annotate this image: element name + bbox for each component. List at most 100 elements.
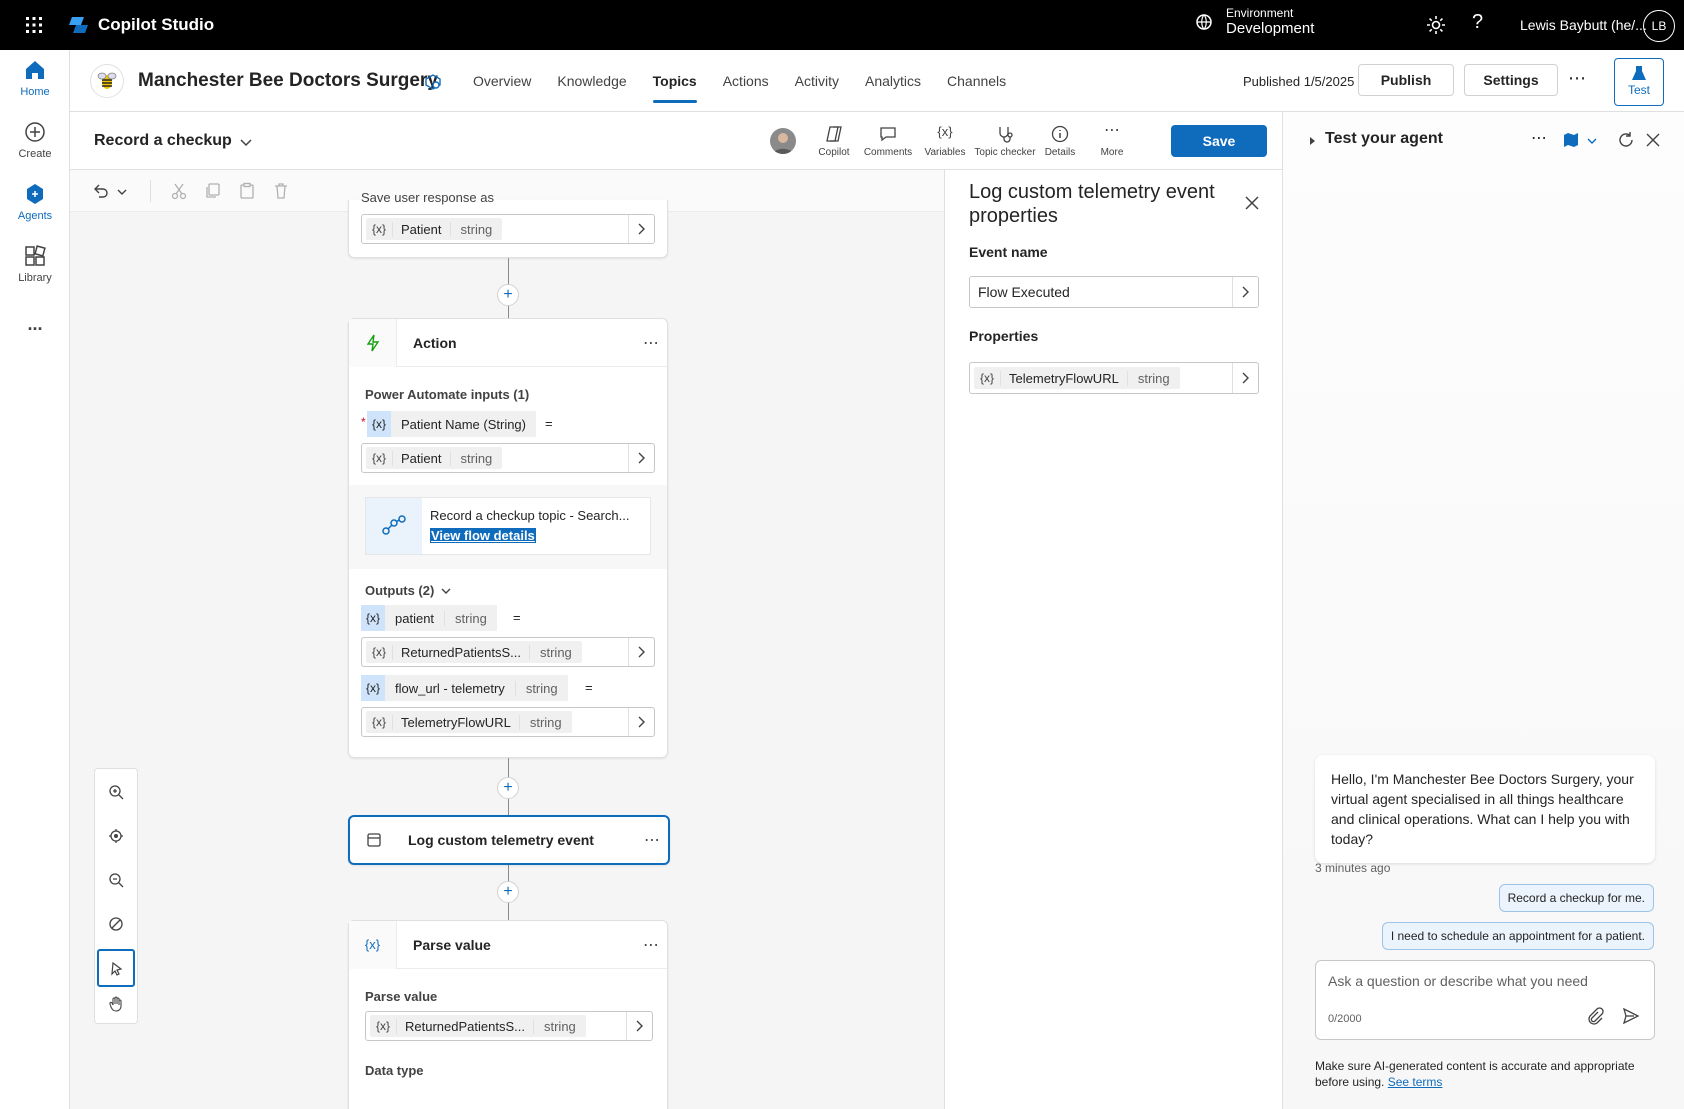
environment-picker[interactable]: Environment Development (1194, 6, 1314, 37)
node-more-icon[interactable]: ⋯ (635, 935, 667, 955)
parse-value-field[interactable]: {x} ReturnedPatientsS... string (365, 1011, 653, 1041)
chat-input[interactable]: Ask a question or describe what you need… (1315, 960, 1655, 1040)
agent-edit-icon[interactable] (424, 73, 442, 91)
data-type-label: Data type (365, 1063, 424, 1078)
tab-analytics[interactable]: Analytics (852, 50, 934, 112)
add-node-button[interactable]: + (497, 777, 519, 799)
node-more-icon[interactable]: ⋯ (635, 333, 667, 353)
more-tool-button[interactable]: ⋯ More (1092, 123, 1132, 159)
parse-value-node[interactable]: {x} Parse value ⋯ Parse value {x} Return… (348, 920, 668, 1109)
user-message: I need to schedule an appointment for a … (1381, 922, 1654, 950)
pan-hand-icon[interactable] (97, 985, 135, 1023)
test-button[interactable]: Test (1614, 58, 1664, 106)
chevron-down-icon[interactable] (238, 134, 254, 150)
flow-card[interactable]: Record a checkup topic - Search... View … (365, 497, 651, 555)
chevron-right-icon[interactable] (628, 638, 654, 666)
settings-gear-icon[interactable] (1424, 13, 1448, 37)
chevron-down-icon[interactable] (1587, 136, 1597, 146)
telemetry-node[interactable]: Log custom telemetry event ⋯ (348, 815, 670, 865)
cut-icon[interactable] (170, 182, 188, 200)
chevron-right-icon[interactable] (1232, 277, 1258, 307)
output-parameter-tag: {x} patient string (361, 605, 497, 631)
variable-name: Patient (392, 221, 449, 237)
user-name[interactable]: Lewis Baybutt (he/... (1520, 17, 1647, 33)
chevron-right-icon[interactable] (626, 1012, 652, 1040)
action-node-title: Action (413, 334, 457, 351)
output-variable-field[interactable]: {x} TelemetryFlowURL string (361, 707, 655, 737)
input-variable-field[interactable]: {x} Patient string (361, 443, 655, 473)
properties-variable-field[interactable]: {x} TelemetryFlowURL string (969, 362, 1259, 394)
app-launcher-icon[interactable] (16, 7, 52, 43)
refresh-icon[interactable] (1617, 131, 1635, 149)
tab-overview[interactable]: Overview (460, 50, 544, 112)
rail-more-button[interactable]: ... (0, 314, 70, 335)
select-pointer-icon[interactable] (97, 949, 135, 987)
variable-icon: {x} (361, 605, 385, 631)
event-name-field[interactable]: Flow Executed (969, 276, 1259, 308)
zoom-out-icon[interactable] (97, 861, 135, 899)
settings-button[interactable]: Settings (1464, 64, 1558, 96)
map-icon[interactable] (1563, 132, 1579, 148)
tool-label: Variables (924, 147, 966, 158)
send-icon[interactable] (1622, 1007, 1640, 1025)
variables-tool-button[interactable]: {x} Variables (920, 124, 970, 158)
rail-item-agents[interactable]: Agents (0, 182, 70, 222)
close-icon[interactable] (1243, 194, 1261, 212)
authoring-canvas[interactable]: Save user response as {x} Patient string… (70, 170, 944, 1109)
copilot-tool-button[interactable]: Copilot (812, 124, 856, 158)
more-options-icon[interactable]: ⋯ (1568, 68, 1586, 89)
flask-icon (1632, 66, 1646, 80)
chevron-right-icon[interactable] (628, 708, 654, 736)
topic-name[interactable]: Record a checkup (94, 132, 232, 150)
save-button[interactable]: Save (1171, 125, 1267, 157)
rail-item-create[interactable]: Create (0, 120, 70, 160)
see-terms-link[interactable]: See terms (1388, 1075, 1443, 1089)
bot-message: Hello, I'm Manchester Bee Doctors Surger… (1315, 755, 1655, 863)
delete-icon[interactable] (272, 182, 290, 200)
variable-type: string (449, 450, 503, 466)
tab-channels[interactable]: Channels (934, 50, 1019, 112)
add-node-button[interactable]: + (497, 881, 519, 903)
topic-checker-tool-button[interactable]: Topic checker (970, 124, 1040, 158)
node-more-icon[interactable]: ⋯ (636, 830, 668, 850)
caret-right-icon[interactable] (1307, 136, 1317, 146)
paste-icon[interactable] (238, 182, 256, 200)
attach-icon[interactable] (1586, 1007, 1604, 1025)
publish-button[interactable]: Publish (1358, 64, 1454, 96)
user-avatar[interactable]: LB (1643, 10, 1675, 42)
chevron-down-icon[interactable] (116, 186, 128, 198)
action-node[interactable]: Action ⋯ Power Automate inputs (1) * {x}… (348, 318, 668, 758)
add-node-button[interactable]: + (497, 284, 519, 306)
tab-topics[interactable]: Topics (640, 50, 710, 112)
tab-knowledge[interactable]: Knowledge (544, 50, 639, 112)
copy-icon[interactable] (204, 182, 222, 200)
rail-item-label: Home (20, 86, 50, 98)
comments-tool-button[interactable]: Comments (860, 124, 916, 158)
save-response-variable-field[interactable]: {x} Patient string (361, 214, 655, 244)
tab-actions[interactable]: Actions (710, 50, 782, 112)
details-tool-button[interactable]: Details (1040, 124, 1080, 158)
top-bar: Copilot Studio Environment Development ?… (0, 0, 1684, 50)
chevron-right-icon[interactable] (628, 444, 654, 472)
more-options-icon[interactable]: ⋯ (1531, 128, 1547, 148)
tool-label: Comments (863, 147, 913, 158)
undo-icon[interactable] (92, 182, 110, 200)
zoom-in-icon[interactable] (97, 773, 135, 811)
minimap-toggle-icon[interactable] (97, 905, 135, 943)
rail-item-library[interactable]: Library (0, 244, 70, 284)
chevron-right-icon[interactable] (628, 215, 654, 243)
flow-icon (366, 498, 422, 554)
view-flow-details-link[interactable]: View flow details (430, 528, 536, 543)
tab-activity[interactable]: Activity (782, 50, 852, 112)
output-parameter-type: string (514, 680, 568, 696)
question-node[interactable]: Save user response as {x} Patient string (348, 190, 668, 258)
rail-item-home[interactable]: Home (0, 58, 70, 98)
collaborator-avatar[interactable] (770, 128, 796, 154)
output-variable-field[interactable]: {x} ReturnedPatientsS... string (361, 637, 655, 667)
outputs-toggle[interactable]: Outputs (2) (365, 583, 452, 598)
recenter-icon[interactable] (97, 817, 135, 855)
app-brand[interactable]: Copilot Studio (68, 14, 214, 36)
close-icon[interactable] (1645, 132, 1661, 148)
help-icon[interactable]: ? (1472, 11, 1483, 34)
chevron-right-icon[interactable] (1232, 363, 1258, 393)
